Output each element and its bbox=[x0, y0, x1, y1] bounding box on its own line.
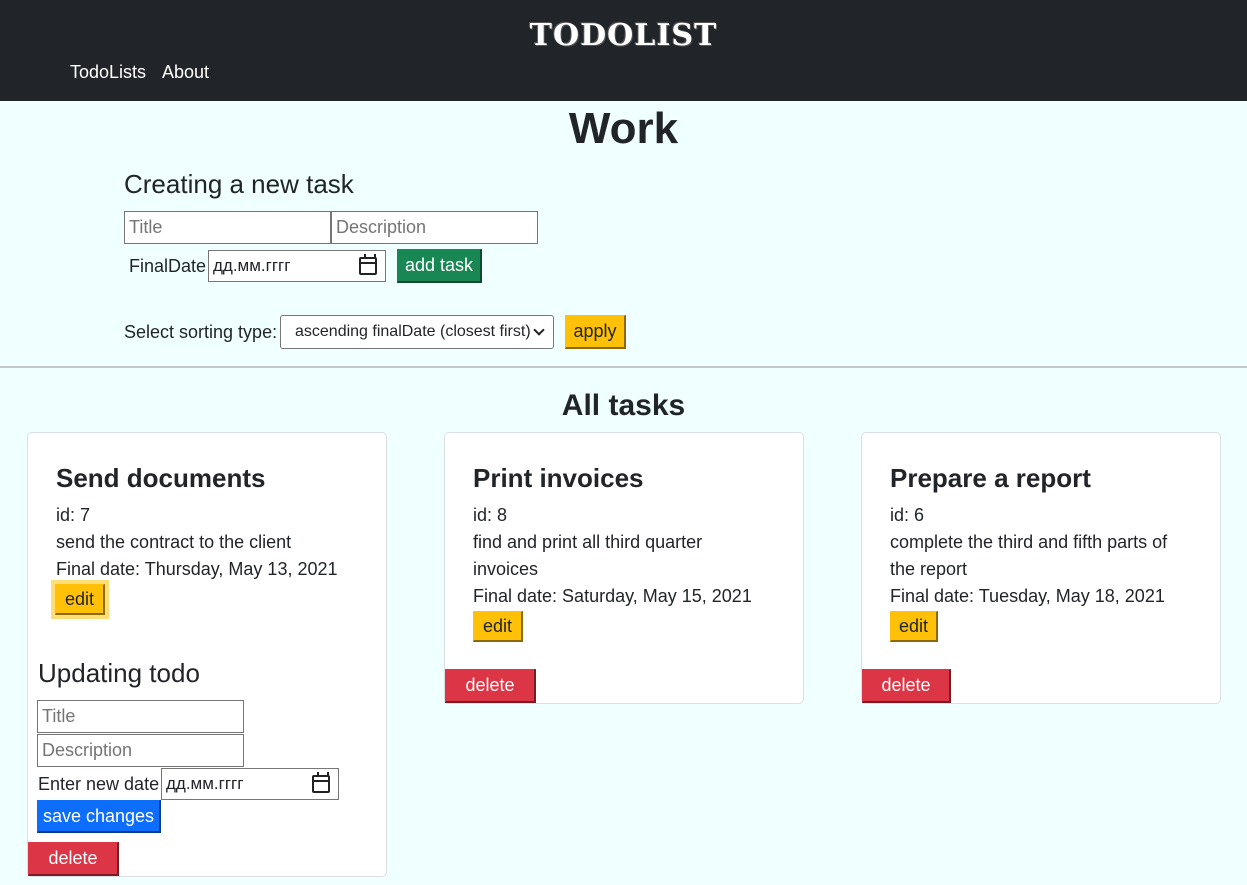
update-date-input[interactable]: дд.мм.гггг bbox=[161, 768, 339, 800]
calendar-icon[interactable] bbox=[312, 772, 330, 793]
date-placeholder: дд.мм.гггг bbox=[213, 256, 291, 275]
apply-sort-button[interactable]: apply bbox=[565, 315, 626, 349]
update-todo-heading: Updating todo bbox=[38, 658, 200, 688]
task-final-date: Final date: Thursday, May 13, 2021 bbox=[56, 559, 338, 579]
task-card: Print invoices id: 8 find and print all … bbox=[444, 432, 804, 704]
new-task-date-input[interactable]: дд.мм.гггг bbox=[208, 250, 386, 282]
edit-button[interactable]: edit bbox=[55, 584, 105, 615]
update-description-input[interactable] bbox=[37, 734, 244, 767]
final-date-label: FinalDate bbox=[129, 256, 207, 276]
nav-link-about[interactable]: About bbox=[162, 62, 209, 83]
new-date-label: Enter new date bbox=[38, 774, 160, 794]
divider bbox=[0, 366, 1247, 368]
chevron-down-icon bbox=[533, 324, 545, 336]
task-description-line-2: the report bbox=[890, 559, 968, 579]
new-task-description-input[interactable] bbox=[331, 211, 538, 244]
sorting-selected-value: ascending finalDate (closest first) bbox=[295, 323, 531, 340]
task-id: id: 8 bbox=[473, 505, 508, 525]
task-id: id: 7 bbox=[56, 505, 91, 525]
task-description: send the contract to the client bbox=[56, 532, 292, 552]
delete-button[interactable]: delete bbox=[445, 669, 536, 703]
sorting-select[interactable]: ascending finalDate (closest first) bbox=[280, 315, 554, 349]
task-title: Send documents bbox=[56, 463, 266, 493]
task-title: Print invoices bbox=[473, 463, 644, 493]
edit-button[interactable]: edit bbox=[473, 611, 523, 642]
navbar: TODOLIST TodoLists About bbox=[0, 0, 1247, 101]
page-title: Work bbox=[568, 104, 679, 153]
task-final-date: Final date: Saturday, May 15, 2021 bbox=[473, 586, 752, 606]
task-final-date: Final date: Tuesday, May 18, 2021 bbox=[890, 586, 1165, 606]
create-task-heading: Creating a new task bbox=[124, 169, 354, 199]
delete-button[interactable]: delete bbox=[28, 842, 119, 876]
task-description-line-1: complete the third and fifth parts of bbox=[890, 532, 1168, 552]
task-card: Prepare a report id: 6 complete the thir… bbox=[861, 432, 1221, 704]
task-description-line-2: invoices bbox=[473, 559, 539, 579]
brand-logo[interactable]: TODOLIST bbox=[0, 18, 1247, 53]
save-changes-button[interactable]: save changes bbox=[37, 800, 161, 833]
new-task-title-input[interactable] bbox=[124, 211, 331, 244]
update-title-input[interactable] bbox=[37, 700, 244, 733]
calendar-icon[interactable] bbox=[359, 254, 377, 275]
edit-button[interactable]: edit bbox=[890, 611, 938, 642]
nav-link-todolists[interactable]: TodoLists bbox=[70, 62, 146, 83]
delete-button[interactable]: delete bbox=[862, 669, 951, 703]
task-card: Send documents id: 7 send the contract t… bbox=[27, 432, 387, 877]
sorting-label: Select sorting type: bbox=[124, 322, 278, 342]
task-title: Prepare a report bbox=[890, 463, 1091, 493]
add-task-button[interactable]: add task bbox=[397, 249, 482, 283]
task-id: id: 6 bbox=[890, 505, 925, 525]
task-description-line-1: find and print all third quarter bbox=[473, 532, 703, 552]
all-tasks-heading: All tasks bbox=[561, 389, 686, 422]
date-placeholder: дд.мм.гггг bbox=[166, 774, 244, 793]
